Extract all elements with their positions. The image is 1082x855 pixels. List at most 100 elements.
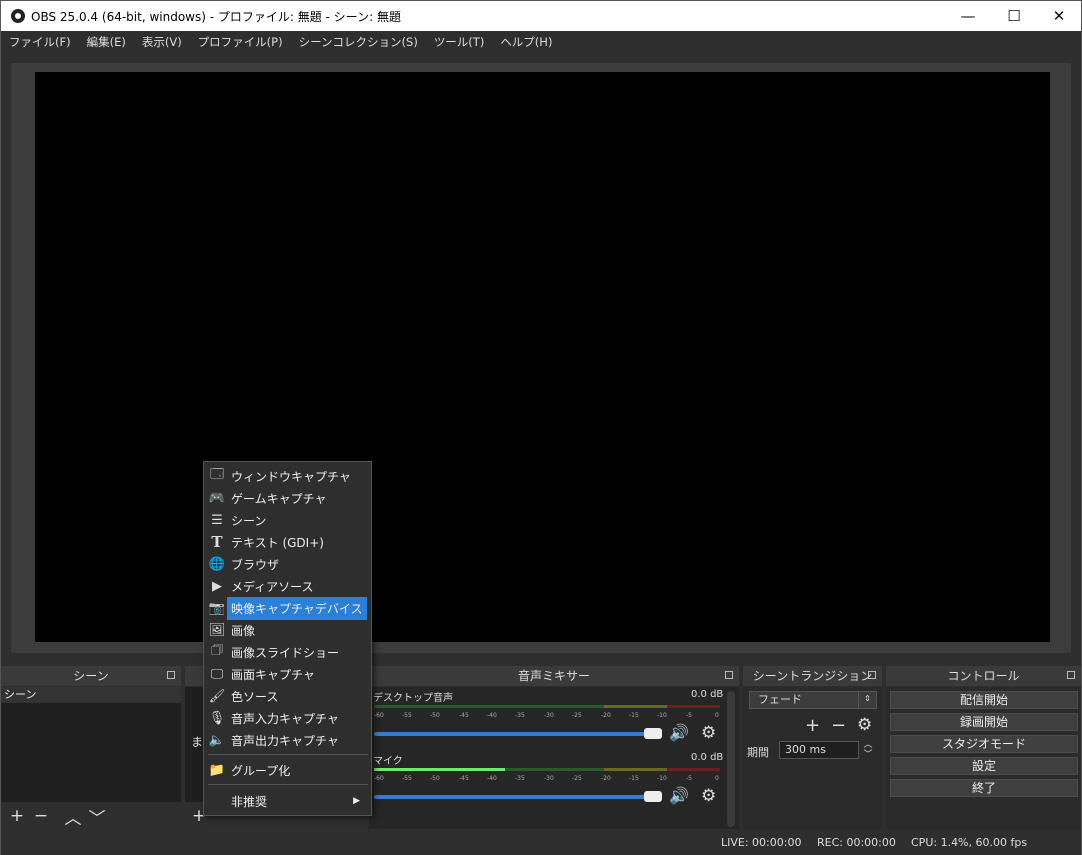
menu-item-color-source[interactable]: 🖌 色ソース: [205, 685, 370, 707]
volume-fader[interactable]: [374, 728, 662, 739]
title-bar: OBS 25.0.4 (64-bit, windows) - プロファイル: 無…: [1, 1, 1081, 31]
float-icon[interactable]: [167, 671, 175, 679]
studio-mode-button[interactable]: スタジオモード: [890, 735, 1078, 753]
submenu-arrow-icon: ▶: [353, 796, 360, 806]
float-icon[interactable]: [725, 671, 733, 679]
menu-item-deprecated[interactable]: 非推奨 ▶: [205, 790, 370, 812]
window-title: OBS 25.0.4 (64-bit, windows) - プロファイル: 無…: [31, 9, 401, 24]
folder-icon: 📁: [208, 762, 226, 778]
duration-input[interactable]: 300 ms: [779, 741, 859, 759]
text-icon: T: [211, 533, 223, 551]
speaker-icon[interactable]: 🔊: [669, 786, 689, 805]
fader-knob[interactable]: [644, 728, 662, 739]
controls-dock-header: コントロール: [886, 666, 1081, 686]
transitions-dock-header: シーントランジション: [743, 666, 882, 686]
menu-item-video-capture-device[interactable]: 📷 映像キャプチャデバイス: [205, 596, 370, 620]
menu-item-browser[interactable]: 🌐 ブラウザ: [205, 553, 370, 575]
menu-item-group[interactable]: 📁 グループ化: [205, 759, 370, 781]
mixer-scrollbar[interactable]: [727, 691, 735, 827]
list-icon: ☰: [211, 512, 223, 528]
spin-arrows-icon[interactable]: ︿ ﹀: [861, 740, 875, 760]
globe-icon: 🌐: [208, 556, 226, 572]
transition-type: フェード: [758, 693, 802, 706]
obs-logo-icon: [11, 9, 25, 23]
maximize-button[interactable]: ☐: [991, 1, 1037, 31]
scenes-list[interactable]: シーン: [1, 687, 181, 802]
menu-item-scene[interactable]: ☰ シーン: [205, 509, 370, 531]
transitions-dock-title: シーントランジション: [752, 669, 873, 683]
transition-select[interactable]: フェード ⇕: [749, 691, 877, 709]
gear-icon[interactable]: ⚙: [701, 786, 716, 806]
microphone-icon: 🎙: [208, 710, 226, 726]
exit-button[interactable]: 終了: [890, 779, 1078, 797]
gamepad-icon: 🎮: [208, 490, 226, 506]
meter-scale: -60 -55 -50 -45 -40 -35 -30 -25 -20 -15 -10 -5 0: [374, 712, 719, 719]
scenes-dock-header: シーン: [1, 666, 181, 686]
menu-item-media-source[interactable]: ▶ メディアソース: [205, 575, 370, 597]
preview-area: [11, 63, 1071, 653]
menu-file[interactable]: ファイル(F): [1, 34, 79, 50]
move-up-icon[interactable]: ︿: [61, 804, 85, 829]
live-timer: LIVE: 00:00:00: [721, 836, 802, 849]
add-source-menu: 🗔 ウィンドウキャプチャ 🎮 ゲームキャプチャ ☰ シーン T テキスト (GDI+) …: [203, 461, 372, 816]
fader-knob[interactable]: [644, 791, 662, 802]
menu-tools[interactable]: ツール(T): [426, 34, 493, 50]
chevron-down-icon: ⇕: [858, 691, 876, 709]
channel-name: デスクトップ音声: [373, 693, 453, 704]
image-icon: 🖼: [208, 622, 226, 638]
menu-edit[interactable]: 編集(E): [79, 34, 134, 50]
menu-profile[interactable]: プロファイル(P): [190, 34, 291, 50]
start-recording-button[interactable]: 録画開始: [890, 713, 1078, 731]
sources-hint-text: ま: [191, 735, 204, 749]
channel-name: マイク: [373, 756, 403, 767]
menu-view[interactable]: 表示(V): [134, 34, 190, 50]
channel-db: 0.0 dB: [691, 752, 724, 763]
gear-icon[interactable]: ⚙: [857, 715, 872, 735]
mixer-dock-header: 音声ミキサー: [369, 666, 739, 686]
minimize-button[interactable]: —: [945, 1, 991, 31]
menu-item-text[interactable]: T テキスト (GDI+): [205, 531, 370, 553]
volume-meter: [374, 705, 720, 708]
slideshow-icon: 🗇: [210, 643, 224, 658]
mixer-dock-title: 音声ミキサー: [517, 669, 590, 683]
duration-label: 期間: [747, 746, 769, 759]
menu-item-game-capture[interactable]: 🎮 ゲームキャプチャ: [205, 487, 370, 509]
menu-bar: ファイル(F) 編集(E) 表示(V) プロファイル(P) シーンコレクション(…: [1, 31, 1081, 53]
menu-help[interactable]: ヘルプ(H): [492, 34, 560, 50]
brush-icon: 🖌: [208, 688, 226, 704]
remove-icon[interactable]: −: [29, 806, 53, 826]
float-icon[interactable]: [868, 671, 876, 679]
add-icon[interactable]: +: [5, 806, 29, 826]
channel-db: 0.0 dB: [691, 689, 724, 700]
menu-scene-collection[interactable]: シーンコレクション(S): [291, 34, 426, 50]
menu-item-image-slideshow[interactable]: 🗇 画像スライドショー: [205, 641, 370, 663]
camera-icon: 📷: [208, 600, 226, 616]
scenes-toolbar: + − ︿ ﹀: [5, 803, 109, 829]
remove-icon[interactable]: −: [831, 715, 846, 736]
transitions-panel: フェード ⇕ + − ⚙ 期間 300 ms ︿ ﹀: [743, 687, 882, 829]
menu-item-audio-input[interactable]: 🎙 音声入力キャプチャ: [205, 707, 370, 729]
gear-icon[interactable]: ⚙: [701, 723, 716, 743]
menu-separator: [208, 784, 368, 785]
scene-item[interactable]: シーン: [1, 687, 181, 703]
close-button[interactable]: ✕: [1036, 1, 1082, 31]
add-icon[interactable]: +: [805, 715, 820, 736]
play-icon: ▶: [212, 578, 222, 594]
obs-window: OBS 25.0.4 (64-bit, windows) - プロファイル: 無…: [0, 0, 1082, 855]
rec-timer: REC: 00:00:00: [817, 836, 896, 849]
settings-button[interactable]: 設定: [890, 757, 1078, 775]
menu-item-image[interactable]: 🖼 画像: [205, 619, 370, 641]
menu-item-display-capture[interactable]: 🖵 画面キャプチャ: [205, 663, 370, 685]
status-bar: LIVE: 00:00:00 REC: 00:00:00 CPU: 1.4%, …: [1, 831, 1081, 855]
start-streaming-button[interactable]: 配信開始: [890, 691, 1078, 709]
controls-dock-title: コントロール: [947, 669, 1020, 683]
preview-canvas[interactable]: [35, 72, 1050, 642]
speaker-icon[interactable]: 🔊: [669, 723, 689, 742]
float-icon[interactable]: [1067, 671, 1075, 679]
move-down-icon[interactable]: ﹀: [85, 804, 109, 829]
menu-separator: [208, 754, 368, 755]
menu-item-window-capture[interactable]: 🗔 ウィンドウキャプチャ: [205, 465, 370, 487]
menu-item-audio-output[interactable]: 🔈 音声出力キャプチャ: [205, 729, 370, 751]
volume-fader[interactable]: [374, 791, 662, 802]
monitor-icon: 🖵: [210, 666, 224, 682]
